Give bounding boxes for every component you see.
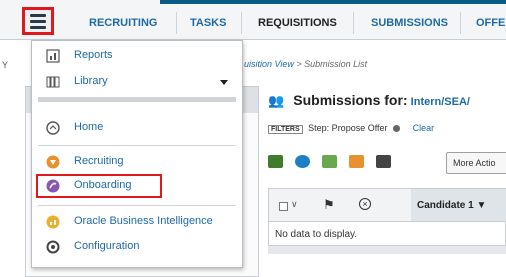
tab-recruiting[interactable]: RECRUITING — [89, 17, 157, 29]
menu-item-label: Recruiting — [74, 155, 124, 167]
top-nav: RECRUITING TASKS REQUISITIONS SUBMISSION… — [0, 0, 506, 40]
select-all-checkbox[interactable] — [279, 202, 288, 211]
add-candidate-icon[interactable] — [268, 154, 283, 168]
menu-divider — [38, 145, 236, 146]
hamburger-line-icon — [30, 13, 46, 17]
grid-empty-message: No data to display. — [268, 222, 506, 246]
library-icon — [46, 76, 60, 88]
navigation-menu: Reports Library Home Recruiting Onboardi — [31, 40, 243, 268]
people-icon: 👥 — [268, 93, 285, 108]
hamburger-menu-button[interactable] — [22, 7, 54, 35]
email-icon[interactable] — [349, 154, 364, 168]
breadcrumb-link-requisition-view[interactable]: uisition View — [244, 59, 294, 69]
chevron-down-icon — [220, 80, 228, 85]
close-circle-icon[interactable]: × — [359, 198, 371, 210]
tab-divider — [241, 12, 242, 34]
requisition-link[interactable]: Intern/SEA/ — [411, 96, 470, 108]
chat-icon[interactable] — [295, 154, 310, 168]
menu-item-configuration[interactable]: Configuration — [32, 236, 242, 258]
tab-requisitions[interactable]: REQUISITIONS — [258, 17, 337, 29]
oracle-bi-icon — [46, 215, 60, 229]
reports-icon — [46, 49, 60, 63]
tab-divider — [353, 12, 354, 34]
submissions-title-row: 👥 Submissions for: Intern/SEA/ — [268, 92, 470, 112]
menu-item-label: Home — [74, 121, 104, 133]
print-icon[interactable] — [376, 154, 391, 168]
tab-tasks[interactable]: TASKS — [190, 17, 226, 29]
menu-divider — [38, 205, 236, 206]
share-icon[interactable] — [322, 154, 337, 168]
menu-item-library[interactable]: Library — [32, 71, 242, 93]
onboarding-highlight-box — [36, 174, 162, 198]
filters-chip[interactable]: FILTERS — [268, 125, 303, 134]
chevron-down-icon[interactable]: ∨ — [291, 199, 298, 210]
horizontal-scrollbar[interactable] — [268, 246, 506, 254]
remove-filter-icon[interactable] — [393, 125, 401, 133]
menu-item-oracle-bi[interactable]: Oracle Business Intelligence — [32, 211, 242, 233]
configuration-icon — [46, 240, 60, 254]
page-title: Submissions for: — [293, 92, 408, 108]
menu-item-recruiting[interactable]: Recruiting — [32, 151, 242, 173]
tab-offers[interactable]: OFFE — [476, 17, 505, 29]
more-actions-button[interactable]: More Actio — [446, 152, 506, 174]
menu-item-label: Reports — [74, 49, 113, 61]
breadcrumb-prefix: Y — [2, 60, 9, 70]
hamburger-line-icon — [30, 19, 46, 23]
flag-icon[interactable]: ⚑ — [323, 197, 335, 213]
tab-divider — [460, 12, 461, 34]
menu-item-reports[interactable]: Reports — [32, 45, 242, 67]
action-toolbar — [268, 150, 391, 172]
menu-item-label: Oracle Business Intelligence — [74, 215, 213, 227]
tab-submissions[interactable]: SUBMISSIONS — [371, 17, 448, 29]
recruiting-icon — [46, 155, 60, 169]
home-icon — [46, 121, 60, 135]
breadcrumb-separator: > — [293, 59, 305, 69]
menu-item-label: Configuration — [74, 240, 140, 252]
clear-filters-link[interactable]: Clear — [413, 123, 435, 133]
breadcrumb-current: Submission List — [304, 59, 368, 69]
grid-header: ∨ ⚑ × Candidate 1 ▼ — [268, 188, 506, 222]
candidate-column-header[interactable]: Candidate 1 ▼ — [417, 200, 486, 211]
filter-step-label: Step: Propose Offer — [308, 123, 388, 133]
nav-accent-bar — [160, 0, 506, 4]
menu-divider — [38, 97, 236, 102]
menu-item-home[interactable]: Home — [32, 117, 242, 139]
hamburger-line-icon — [30, 25, 46, 29]
menu-item-label: Library — [74, 75, 108, 87]
filters-row: FILTERS Step: Propose Offer Clear — [268, 123, 434, 134]
tab-divider — [176, 12, 177, 34]
breadcrumb: uisition View > Submission List — [244, 59, 367, 69]
